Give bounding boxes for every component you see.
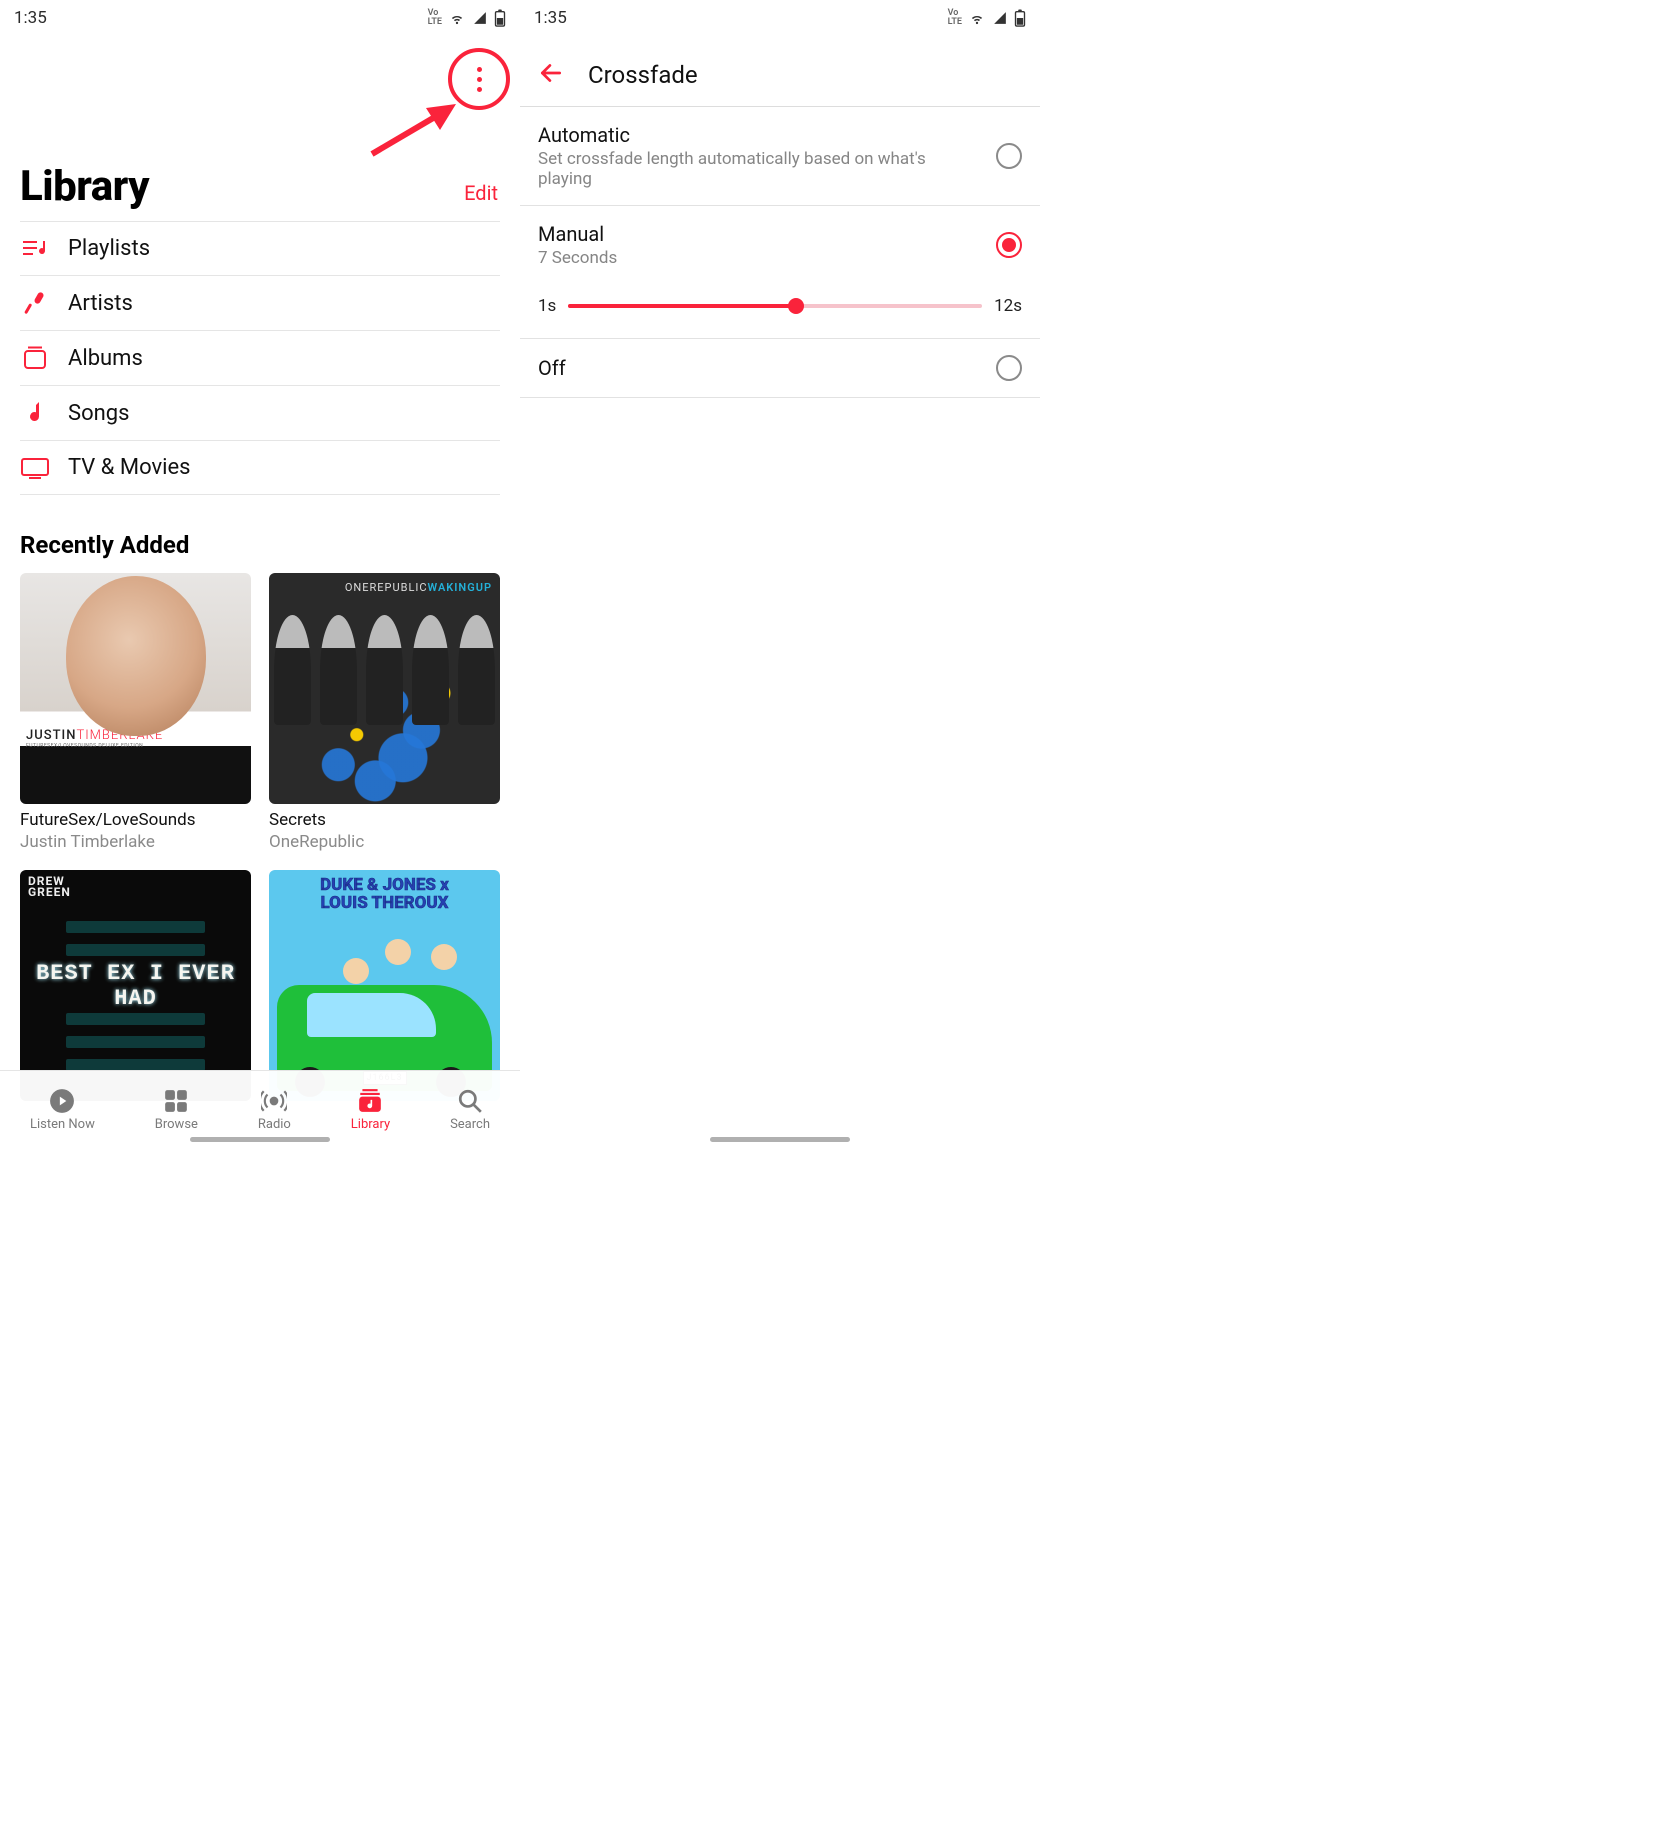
option-off[interactable]: Off bbox=[520, 339, 1040, 398]
play-circle-icon bbox=[49, 1088, 75, 1114]
albums-icon bbox=[20, 345, 50, 371]
album-card[interactable]: DUKE & JONES x LOUIS THEROUX J166L3 bbox=[269, 870, 500, 1101]
volte-icon: Vo LTE bbox=[428, 9, 442, 27]
signal-icon bbox=[472, 11, 488, 25]
grid-icon bbox=[163, 1088, 189, 1114]
option-label: Manual bbox=[538, 222, 617, 246]
row-artists[interactable]: Artists bbox=[20, 275, 500, 330]
row-tvmovies[interactable]: TV & Movies bbox=[20, 440, 500, 495]
artists-icon bbox=[20, 290, 50, 316]
home-indicator[interactable] bbox=[710, 1137, 850, 1142]
row-songs[interactable]: Songs bbox=[20, 385, 500, 440]
option-description: 7 Seconds bbox=[538, 248, 617, 268]
album-art-overlay: JUSTINTIMBERLAKE FUTURESEX/LOVESOUNDS DE… bbox=[26, 728, 245, 749]
home-indicator[interactable] bbox=[190, 1137, 330, 1142]
row-label: Artists bbox=[68, 291, 133, 316]
album-artist: OneRepublic bbox=[269, 832, 500, 852]
battery-icon bbox=[494, 9, 506, 27]
row-albums[interactable]: Albums bbox=[20, 330, 500, 385]
radio-icon bbox=[261, 1088, 287, 1114]
arrow-left-icon bbox=[538, 60, 564, 86]
tab-bar: Listen Now Browse Radio Library Search bbox=[0, 1070, 520, 1148]
status-bar: 1:35 Vo LTE bbox=[0, 0, 520, 32]
radio-selected-icon[interactable] bbox=[996, 232, 1022, 258]
row-label: TV & Movies bbox=[68, 455, 191, 480]
tab-radio[interactable]: Radio bbox=[258, 1088, 291, 1132]
option-label: Off bbox=[538, 356, 566, 380]
album-art: DUKE & JONES x LOUIS THEROUX J166L3 bbox=[269, 870, 500, 1101]
phone-crossfade: 1:35 Vo LTE Crossfade Automatic Set cros… bbox=[520, 0, 1040, 1148]
wifi-icon bbox=[968, 11, 986, 25]
option-description: Set crossfade length automatically based… bbox=[538, 149, 938, 189]
crossfade-slider: 1s 12s bbox=[520, 284, 1040, 339]
album-art: DREW GREEN BEST EX I EVER HAD bbox=[20, 870, 251, 1101]
slider-min-label: 1s bbox=[538, 296, 556, 316]
album-card[interactable]: ONEREPUBLICWAKINGUP Secrets OneRepublic bbox=[269, 573, 500, 852]
option-label: Automatic bbox=[538, 123, 938, 147]
radio-unselected-icon[interactable] bbox=[996, 143, 1022, 169]
battery-icon bbox=[1014, 9, 1026, 27]
option-manual[interactable]: Manual 7 Seconds bbox=[520, 206, 1040, 284]
vertical-dots-icon bbox=[477, 67, 482, 92]
library-icon bbox=[357, 1088, 383, 1114]
edit-button[interactable]: Edit bbox=[464, 181, 500, 211]
settings-header: Crossfade bbox=[520, 40, 1040, 107]
status-time: 1:35 bbox=[14, 8, 47, 28]
tab-browse[interactable]: Browse bbox=[155, 1088, 198, 1132]
wifi-icon bbox=[448, 11, 466, 25]
slider-fill bbox=[568, 304, 796, 308]
recently-added-grid: JUSTINTIMBERLAKE FUTURESEX/LOVESOUNDS DE… bbox=[0, 573, 520, 1101]
recently-added-title: Recently Added bbox=[0, 495, 520, 573]
album-art: JUSTINTIMBERLAKE FUTURESEX/LOVESOUNDS DE… bbox=[20, 573, 251, 804]
album-artist: Justin Timberlake bbox=[20, 832, 251, 852]
row-playlists[interactable]: Playlists bbox=[20, 221, 500, 275]
status-icons: Vo LTE bbox=[948, 9, 1026, 27]
album-art-overlay: ONEREPUBLICWAKINGUP bbox=[345, 581, 492, 594]
signal-icon bbox=[992, 11, 1008, 25]
status-icons: Vo LTE bbox=[428, 9, 506, 27]
search-icon bbox=[457, 1088, 483, 1114]
tvmovies-icon bbox=[20, 456, 50, 480]
tab-search[interactable]: Search bbox=[450, 1088, 490, 1132]
album-card[interactable]: JUSTINTIMBERLAKE FUTURESEX/LOVESOUNDS DE… bbox=[20, 573, 251, 852]
status-time: 1:35 bbox=[534, 8, 567, 28]
more-button[interactable] bbox=[448, 48, 510, 110]
slider-thumb[interactable] bbox=[788, 298, 804, 314]
volte-icon: Vo LTE bbox=[948, 9, 962, 27]
slider-max-label: 12s bbox=[994, 296, 1022, 316]
radio-unselected-icon[interactable] bbox=[996, 355, 1022, 381]
album-card[interactable]: DREW GREEN BEST EX I EVER HAD bbox=[20, 870, 251, 1101]
library-categories: Playlists Artists Albums Songs TV & Movi… bbox=[0, 221, 520, 495]
tab-library[interactable]: Library bbox=[351, 1088, 390, 1132]
row-label: Playlists bbox=[68, 236, 150, 261]
more-button-highlight bbox=[448, 48, 510, 110]
page-title: Library bbox=[20, 162, 149, 211]
phone-library: 1:35 Vo LTE Library Edit Playlists bbox=[0, 0, 520, 1148]
album-art-overlay: DUKE & JONES x LOUIS THEROUX bbox=[269, 876, 500, 912]
status-bar: 1:35 Vo LTE bbox=[520, 0, 1040, 32]
playlists-icon bbox=[20, 237, 50, 261]
option-automatic[interactable]: Automatic Set crossfade length automatic… bbox=[520, 107, 1040, 206]
slider-track[interactable] bbox=[568, 304, 982, 308]
album-title: Secrets bbox=[269, 810, 500, 830]
songs-icon bbox=[20, 400, 50, 426]
settings-title: Crossfade bbox=[588, 61, 698, 89]
row-label: Albums bbox=[68, 346, 143, 371]
tab-listen-now[interactable]: Listen Now bbox=[30, 1088, 95, 1132]
album-title: FutureSex/LoveSounds bbox=[20, 810, 251, 830]
row-label: Songs bbox=[68, 401, 129, 426]
album-art: ONEREPUBLICWAKINGUP bbox=[269, 573, 500, 804]
annotation-arrow-icon bbox=[366, 104, 456, 160]
back-button[interactable] bbox=[538, 60, 564, 90]
